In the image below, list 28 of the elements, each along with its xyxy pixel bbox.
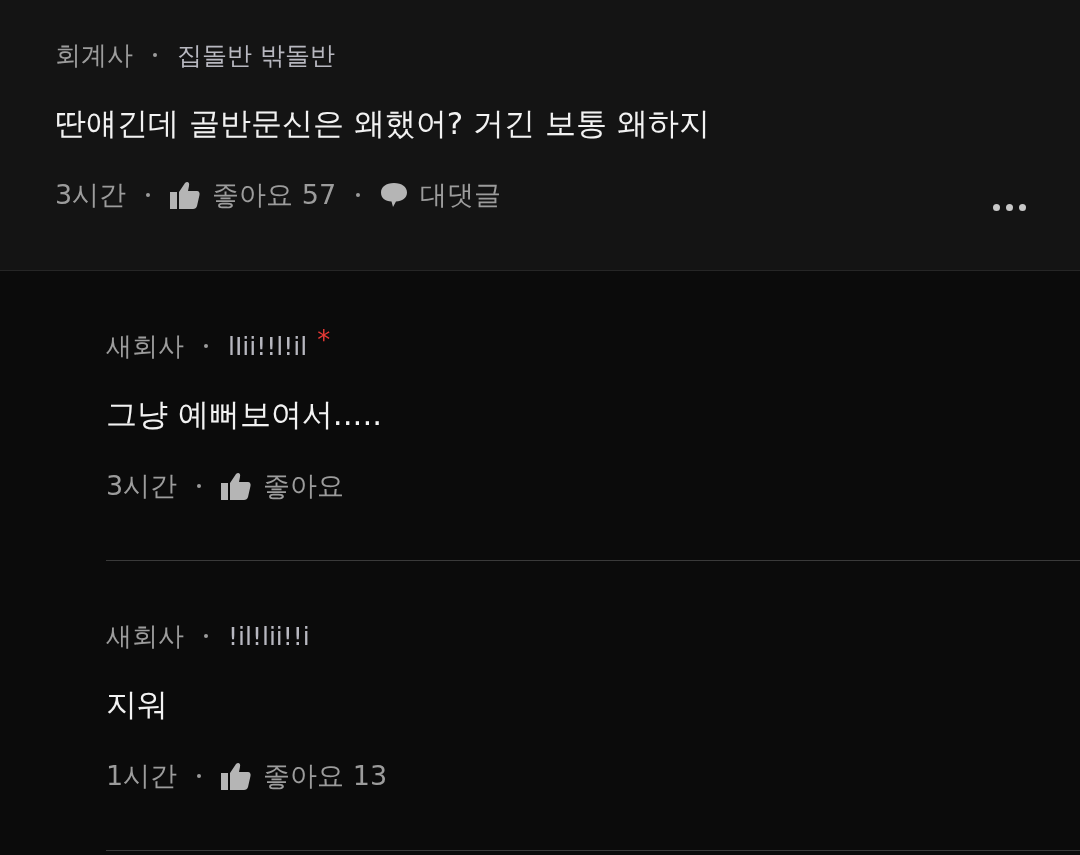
reply-text: 지워 (106, 685, 169, 724)
timestamp: 3시간 (106, 469, 178, 503)
speech-bubble-icon (380, 182, 409, 208)
thumbs-up-icon (221, 472, 252, 500)
separator-dot (197, 484, 202, 488)
separator-dot (153, 53, 157, 57)
like-button[interactable]: 좋아요 (221, 468, 345, 504)
reply-text: 그냥 예뻐보여서..... (106, 395, 384, 434)
nickname[interactable]: 집돌반 밖돌반 (177, 38, 335, 72)
separator-dot (204, 344, 208, 348)
nickname[interactable]: !il!lii!!i (228, 621, 310, 651)
like-button[interactable]: 좋아요 57 (170, 177, 337, 213)
nickname[interactable]: lIii!!l!il (228, 331, 308, 361)
separator-dot (146, 193, 151, 197)
company-name: 새회사 (106, 329, 184, 363)
thumbs-up-icon (170, 181, 201, 209)
comment-text: 딴얘긴데 골반문신은 왜했어? 거긴 보통 왜하지 (55, 104, 711, 143)
separator-dot (204, 634, 208, 638)
company-name: 회계사 (55, 38, 133, 72)
thumbs-up-icon (221, 762, 252, 790)
author-mark: * (317, 326, 331, 354)
timestamp: 3시간 (55, 178, 127, 212)
like-button[interactable]: 좋아요 13 (221, 758, 388, 794)
timestamp: 1시간 (106, 759, 178, 793)
separator-dot (197, 774, 202, 778)
company-name: 새회사 (106, 619, 184, 653)
reply-button[interactable]: 대댓글 (380, 177, 502, 213)
separator-dot (356, 193, 361, 197)
